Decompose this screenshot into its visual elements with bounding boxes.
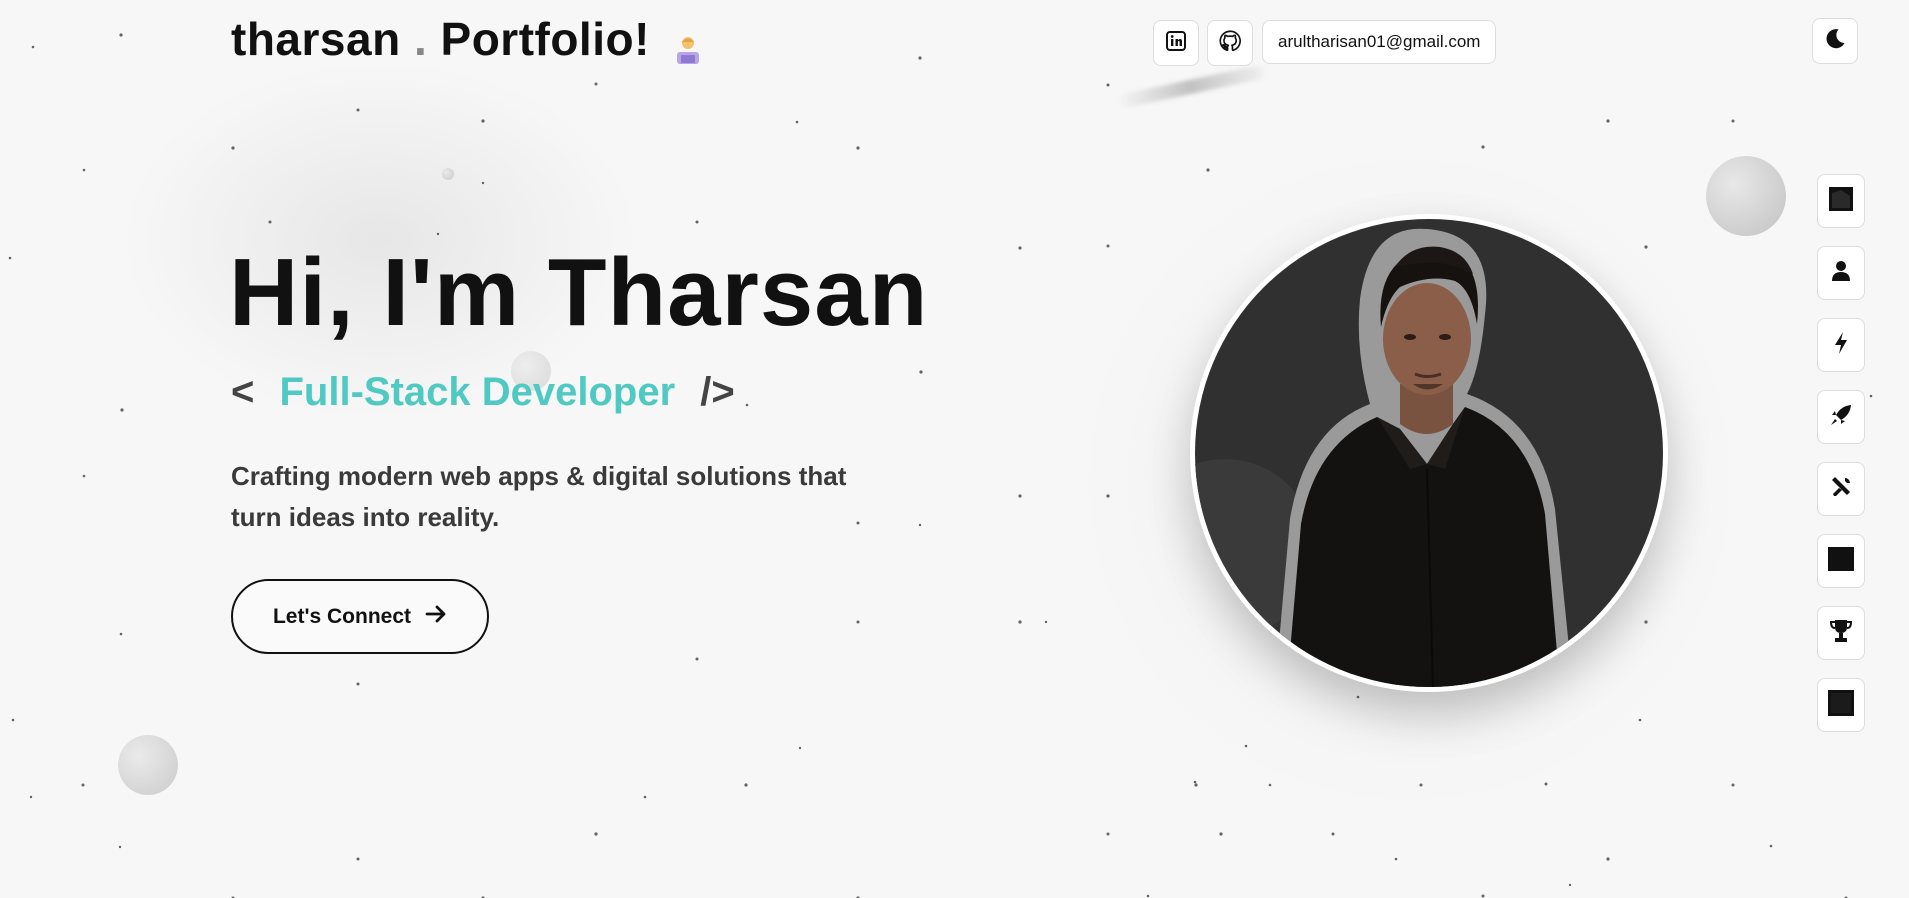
role-line: < Full-Stack Developer /> [231, 370, 735, 415]
email-link[interactable]: arultharisan01@gmail.com [1262, 20, 1497, 64]
rocket-icon [1829, 403, 1853, 432]
theme-toggle-button[interactable] [1812, 18, 1858, 64]
role-open-bracket: < [231, 370, 255, 414]
nav-skills-button[interactable] [1817, 318, 1865, 372]
cta-label: Let's Connect [272, 604, 411, 628]
role-title: Full-Stack Developer [279, 370, 676, 414]
github-icon [1219, 30, 1241, 57]
brand-suffix: Portfolio! [440, 13, 650, 65]
nav-services-button[interactable] [1817, 462, 1865, 516]
nav-home-button[interactable] [1817, 174, 1865, 228]
nav-contact-button[interactable] [1817, 678, 1865, 732]
brand-dot: . [413, 13, 428, 65]
projects-icon [1828, 546, 1854, 576]
user-icon [1829, 259, 1853, 288]
linkedin-button[interactable] [1153, 20, 1199, 66]
nav-achievements-button[interactable] [1817, 606, 1865, 660]
profile-photo [1190, 214, 1668, 692]
nav-about-button[interactable] [1817, 246, 1865, 300]
hero-tagline: Crafting modern web apps & digital solut… [231, 461, 847, 532]
github-button[interactable] [1207, 20, 1253, 66]
contact-icon [1828, 689, 1854, 721]
hero-title: Hi, I'm Tharsan [229, 239, 929, 346]
arrow-right-icon [425, 604, 447, 630]
linkedin-icon [1166, 30, 1186, 56]
trophy-icon [1829, 619, 1853, 648]
decorative-orb [442, 168, 454, 180]
tools-icon [1829, 475, 1853, 504]
decorative-orb [1706, 156, 1786, 236]
moon-icon [1823, 27, 1847, 56]
lets-connect-button[interactable]: Let's Connect [231, 579, 489, 654]
nav-projects-button[interactable] [1817, 390, 1865, 444]
role-close-bracket: /> [700, 370, 735, 414]
decorative-streak [1115, 64, 1265, 110]
home-icon [1828, 186, 1854, 217]
lightning-icon [1833, 331, 1849, 360]
brand-name: tharsan [231, 13, 401, 65]
developer-emoji-icon [673, 23, 703, 64]
nav-portfolio-button[interactable] [1817, 534, 1865, 588]
decorative-orb [118, 735, 178, 795]
site-logo[interactable]: tharsan . Portfolio! [231, 12, 703, 66]
